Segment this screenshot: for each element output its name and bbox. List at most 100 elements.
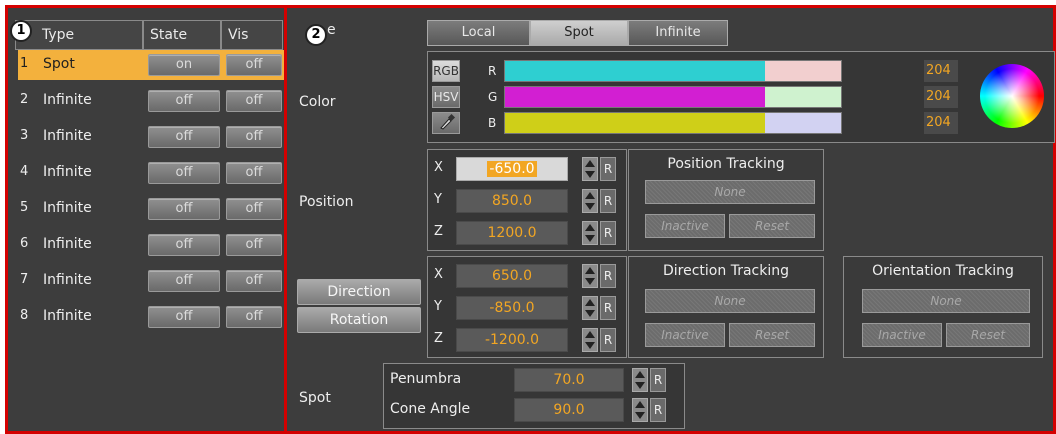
position-x-spinner[interactable] [582,157,598,181]
penumbra-label: Penumbra [390,371,462,387]
position-x-input[interactable]: -650.0 [456,157,568,181]
channel-r-label: R [488,64,497,78]
channel-r-value[interactable]: 204 [924,60,958,82]
light-row[interactable]: 8 Infinite off off [18,302,286,332]
orientation-tracking-reset-button[interactable]: Reset [946,323,1030,347]
light-row[interactable]: 5 Infinite off off [18,194,286,224]
position-y-label: Y [434,192,442,207]
direction-x-reset-button[interactable]: R [600,264,616,288]
position-tracking-target-button[interactable]: None [645,180,815,204]
direction-y-reset-button[interactable]: R [600,296,616,320]
channel-g-slider[interactable] [504,86,842,108]
light-row[interactable]: 4 Infinite off off [18,158,286,188]
light-state-toggle[interactable]: off [148,270,220,292]
direction-tracking-inactive-button[interactable]: Inactive [645,323,725,347]
light-state-toggle[interactable]: off [148,234,220,256]
light-visibility-toggle[interactable]: off [226,162,282,184]
light-state-toggle[interactable]: off [148,306,220,328]
light-visibility-toggle[interactable]: off [226,126,282,148]
penumbra-reset-button[interactable]: R [650,368,666,392]
direction-z-input[interactable]: -1200.0 [456,328,568,352]
direction-x-label: X [434,267,443,282]
light-state-toggle[interactable]: off [148,126,220,148]
direction-y-spinner[interactable] [582,296,598,320]
orientation-tracking-title: Orientation Tracking [872,263,1014,279]
orientation-tracking-group: Orientation Tracking None Inactive Reset [843,256,1043,358]
cone-angle-reset-button[interactable]: R [650,398,666,422]
eyedropper-icon[interactable] [432,112,460,134]
column-header-type[interactable]: Type [15,20,143,50]
orientation-tracking-target-button[interactable]: None [862,289,1030,313]
tab-local[interactable]: Local [427,20,530,46]
light-visibility-toggle[interactable]: off [226,90,282,112]
rotation-button[interactable]: Rotation [297,307,421,333]
light-visibility-toggle[interactable]: off [226,270,282,292]
channel-b-value[interactable]: 204 [924,112,958,134]
light-row[interactable]: 6 Infinite off off [18,230,286,260]
light-row[interactable]: 1 Spot on off [18,50,286,80]
color-wheel-center [980,64,1044,128]
orientation-tracking-inactive-button[interactable]: Inactive [862,323,942,347]
direction-tracking-target-button[interactable]: None [645,289,815,313]
column-header-vis[interactable]: Vis [221,20,283,50]
column-header-state[interactable]: State [143,20,221,50]
color-wheel-icon[interactable] [980,64,1044,128]
position-y-input[interactable]: 850.0 [456,189,568,213]
position-tracking-reset-button[interactable]: Reset [729,214,815,238]
light-state-toggle[interactable]: off [148,90,220,112]
direction-x-spinner[interactable] [582,264,598,288]
light-row-number: 2 [20,92,29,107]
light-list-panel: Type State Vis 1 Spot on off 2 Infinite off off… [5,5,288,434]
tab-spot[interactable]: Spot [530,20,628,46]
direction-z-reset-button[interactable]: R [600,328,616,352]
light-row-type: Infinite [43,128,92,144]
direction-x-input[interactable]: 650.0 [456,264,568,288]
direction-z-spinner[interactable] [582,328,598,352]
channel-g-label: G [488,90,498,104]
tab-infinite[interactable]: Infinite [628,20,728,46]
light-visibility-toggle[interactable]: off [226,54,282,76]
penumbra-spinner[interactable] [632,368,648,392]
column-vis-label: Vis [228,27,249,43]
channel-r-slider[interactable] [504,60,842,82]
cone-angle-spinner[interactable] [632,398,648,422]
light-visibility-toggle[interactable]: off [226,234,282,256]
light-visibility-toggle[interactable]: off [226,306,282,328]
direction-fields-group: X 650.0 R Y -850.0 R Z -1200.0 R [427,256,627,358]
position-x-value: -650.0 [487,161,537,177]
light-row[interactable]: 2 Infinite off off [18,86,286,116]
cone-angle-input[interactable]: 90.0 [514,398,624,422]
light-row-number: 8 [20,308,29,323]
light-row-number: 5 [20,200,29,215]
light-state-toggle[interactable]: on [148,54,220,76]
position-z-reset-button[interactable]: R [600,221,616,245]
position-x-reset-button[interactable]: R [600,157,616,181]
penumbra-input[interactable]: 70.0 [514,368,624,392]
channel-g-light [765,87,841,107]
position-y-spinner[interactable] [582,189,598,213]
direction-y-input[interactable]: -850.0 [456,296,568,320]
position-y-reset-button[interactable]: R [600,189,616,213]
position-z-input[interactable]: 1200.0 [456,221,568,245]
light-properties-panel: e Local Spot Infinite Color RGB HSV R G … [284,5,1056,434]
position-x-label: X [434,160,443,175]
hsv-mode-button[interactable]: HSV [432,86,460,108]
rgb-mode-button[interactable]: RGB [432,60,460,82]
position-tracking-title: Position Tracking [667,156,785,172]
channel-g-value[interactable]: 204 [924,86,958,108]
direction-tracking-group: Direction Tracking None Inactive Reset [628,256,824,358]
direction-y-label: Y [434,299,442,314]
position-z-spinner[interactable] [582,221,598,245]
direction-button[interactable]: Direction [297,279,421,305]
light-visibility-toggle[interactable]: off [226,198,282,220]
light-row[interactable]: 3 Infinite off off [18,122,286,152]
light-state-toggle[interactable]: off [148,162,220,184]
light-row[interactable]: 7 Infinite off off [18,266,286,296]
spot-label: Spot [299,390,331,406]
light-editor: Type State Vis 1 Spot on off 2 Infinite off off… [0,0,1056,434]
light-state-toggle[interactable]: off [148,198,220,220]
channel-b-slider[interactable] [504,112,842,134]
light-row-type: Infinite [43,308,92,324]
position-tracking-inactive-button[interactable]: Inactive [645,214,725,238]
direction-tracking-reset-button[interactable]: Reset [729,323,815,347]
